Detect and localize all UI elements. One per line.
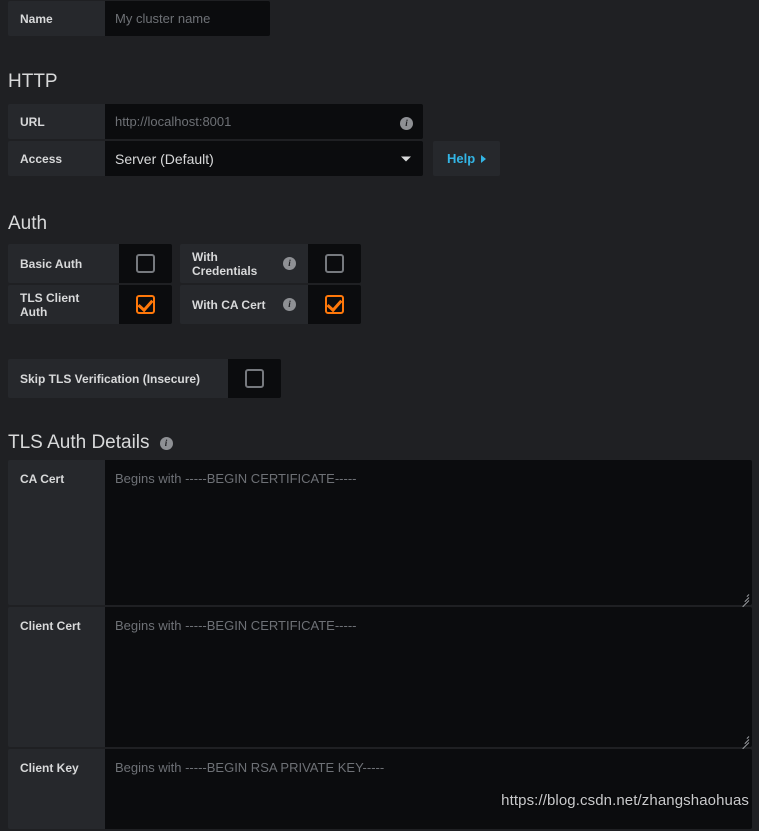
chevron-down-icon (401, 156, 411, 161)
basic-auth-cell: Basic Auth (8, 244, 172, 283)
access-field-row: Access Server (Default) Help (8, 141, 501, 176)
ca-cert-label: CA Cert (8, 460, 105, 605)
info-icon[interactable]: i (283, 298, 296, 311)
caret-right-icon (481, 154, 487, 163)
client-key-row: Client Key (8, 749, 759, 829)
http-section-heading: HTTP (0, 71, 58, 93)
client-cert-row: Client Cert (8, 607, 759, 750)
with-ca-cert-checkbox[interactable] (308, 285, 361, 324)
with-ca-cert-label: With CA Cert (192, 297, 266, 312)
checkbox-checked-icon (325, 295, 344, 314)
access-label: Access (8, 141, 105, 176)
name-label: Name (8, 1, 105, 36)
with-credentials-cell: With Credentials i (180, 244, 361, 283)
help-button[interactable]: Help (433, 141, 501, 176)
client-cert-textarea[interactable] (105, 607, 752, 747)
ca-cert-textarea[interactable] (105, 460, 752, 605)
skip-tls-section: Skip TLS Verification (Insecure) (0, 359, 281, 400)
watermark-text: https://blog.csdn.net/zhangshaohuas (501, 792, 749, 809)
url-input[interactable] (105, 104, 423, 139)
url-input-wrapper: i (105, 104, 423, 139)
info-icon[interactable]: i (159, 436, 173, 450)
url-info-icon-slot: i (400, 113, 413, 131)
tls-details-section-heading: TLS Auth Details i (0, 432, 173, 454)
checkbox-checked-icon (136, 295, 155, 314)
basic-auth-label: Basic Auth (8, 244, 119, 283)
info-icon[interactable]: i (283, 257, 296, 270)
checkbox-unchecked-icon (136, 254, 155, 273)
client-cert-textarea-wrapper (105, 607, 752, 750)
access-selected-value: Server (Default) (115, 150, 214, 167)
client-cert-label: Client Cert (8, 607, 105, 747)
skip-tls-cell: Skip TLS Verification (Insecure) (8, 359, 281, 398)
tls-client-auth-checkbox[interactable] (119, 285, 172, 324)
basic-auth-checkbox[interactable] (119, 244, 172, 283)
with-ca-cert-label-wrap: With CA Cert i (180, 285, 308, 324)
http-section: URL i Access Server (Default) Help (0, 104, 501, 178)
access-select[interactable]: Server (Default) (105, 141, 423, 176)
client-key-textarea-wrapper (105, 749, 752, 829)
ca-cert-row: CA Cert (8, 460, 759, 608)
name-field-row: Name (8, 1, 759, 36)
tls-details-heading-text: TLS Auth Details (8, 432, 150, 453)
help-button-label: Help (447, 151, 476, 166)
http-heading-text: HTTP (8, 71, 58, 92)
with-credentials-checkbox[interactable] (308, 244, 361, 283)
client-key-label: Client Key (8, 749, 105, 829)
url-field-row: URL i (8, 104, 500, 139)
skip-tls-row: Skip TLS Verification (Insecure) (0, 359, 281, 398)
info-icon[interactable]: i (400, 116, 413, 130)
auth-section: Basic Auth With Credentials i TLS Client… (0, 244, 361, 326)
datasource-settings-page: Name HTTP URL i Access Server (Default) … (0, 1, 759, 829)
url-label: URL (8, 104, 105, 139)
checkbox-unchecked-icon (245, 369, 264, 388)
ca-cert-textarea-wrapper (105, 460, 752, 608)
tls-client-auth-label: TLS Client Auth (8, 285, 119, 324)
with-credentials-label-wrap: With Credentials i (180, 244, 308, 283)
tls-client-auth-cell: TLS Client Auth (8, 285, 172, 324)
auth-row-1: Basic Auth With Credentials i (0, 244, 361, 283)
with-ca-cert-cell: With CA Cert i (180, 285, 361, 324)
name-input[interactable] (105, 1, 270, 36)
tls-details-section: CA Cert Client Cert Client Key (0, 460, 759, 831)
auth-row-2: TLS Client Auth With CA Cert i (0, 285, 361, 324)
with-credentials-label: With Credentials (192, 249, 258, 278)
checkbox-unchecked-icon (325, 254, 344, 273)
auth-heading-text: Auth (8, 213, 48, 234)
skip-tls-label: Skip TLS Verification (Insecure) (8, 359, 228, 398)
client-key-textarea[interactable] (105, 749, 752, 829)
auth-section-heading: Auth (0, 213, 47, 235)
skip-tls-checkbox[interactable] (228, 359, 281, 398)
